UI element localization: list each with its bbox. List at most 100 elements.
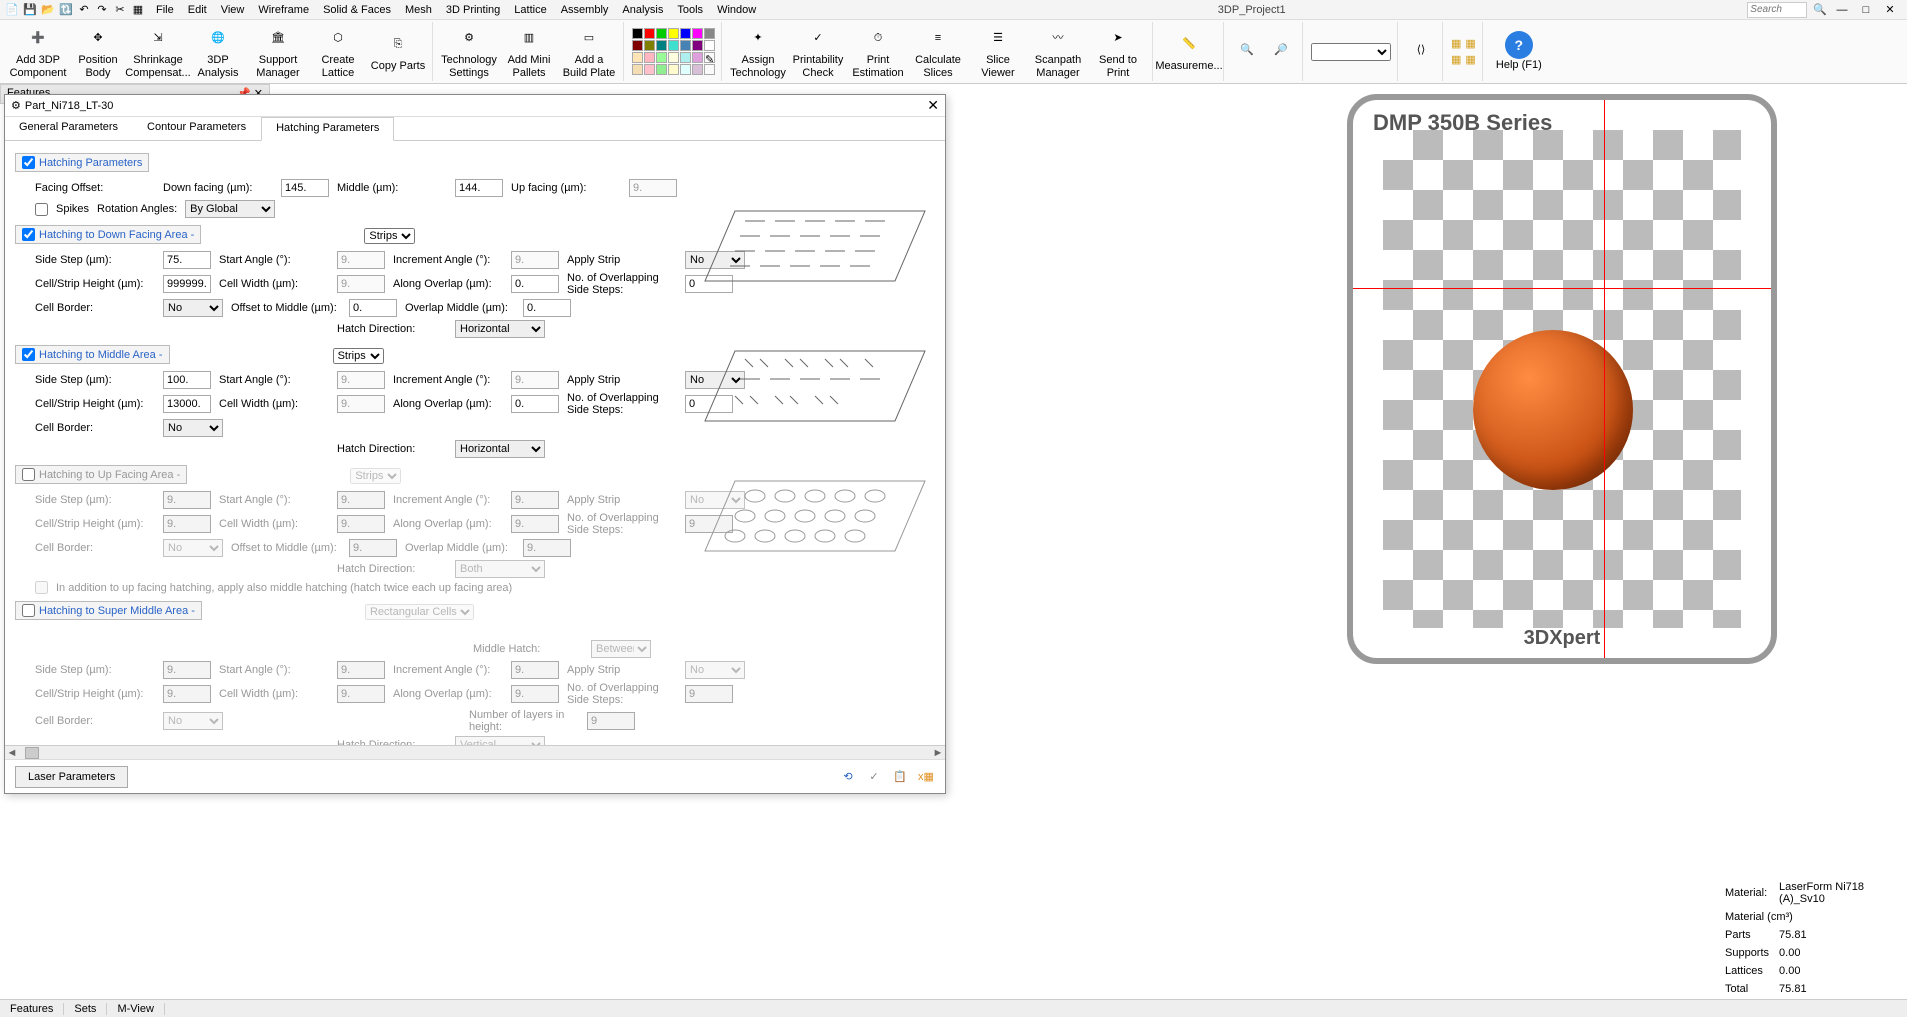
menu-window[interactable]: Window: [717, 4, 756, 16]
menu-analysis[interactable]: Analysis: [622, 4, 663, 16]
dialog-titlebar[interactable]: ⚙ Part_Ni718_LT-30 ✕: [5, 95, 945, 117]
section-down-facing[interactable]: Hatching to Down Facing Area -: [15, 225, 201, 244]
spikes-checkbox[interactable]: [35, 203, 48, 216]
tab-hatching[interactable]: Hatching Parameters: [261, 117, 394, 141]
middle-csh-input[interactable]: [163, 395, 211, 413]
down-cb-select[interactable]: No: [163, 299, 223, 317]
refresh-icon[interactable]: 🔃: [58, 2, 74, 18]
maximize-button[interactable]: □: [1857, 4, 1875, 16]
section-hatching-parameters[interactable]: Hatching Parameters: [15, 153, 149, 172]
scanpath-manager-button[interactable]: 〰Scanpath Manager: [1030, 22, 1086, 82]
tab-sets[interactable]: Sets: [64, 1003, 107, 1015]
scroll-thumb[interactable]: [25, 747, 39, 759]
measurements-button[interactable]: 📏Measureme...: [1161, 22, 1217, 82]
props-icon[interactable]: ▦: [130, 2, 146, 18]
part-model[interactable]: [1473, 330, 1633, 490]
ribbon-dropdown-1[interactable]: [1311, 43, 1391, 61]
menu-wireframe[interactable]: Wireframe: [258, 4, 309, 16]
menu-assembly[interactable]: Assembly: [561, 4, 609, 16]
technology-settings-button[interactable]: ⚙Technology Settings: [441, 22, 497, 82]
script-button[interactable]: ⟨⟩: [1406, 22, 1436, 82]
slice-viewer-button[interactable]: ☰Slice Viewer: [970, 22, 1026, 82]
menu-tools[interactable]: Tools: [677, 4, 703, 16]
copy-parts-button[interactable]: ⎘Copy Parts: [370, 22, 426, 82]
section-up-facing[interactable]: Hatching to Up Facing Area -: [15, 465, 187, 484]
middle-ao-input[interactable]: [511, 395, 559, 413]
add-3dp-component-button[interactable]: ➕Add 3DP Component: [10, 22, 66, 82]
menu-file[interactable]: File: [156, 4, 174, 16]
dialog-close-button[interactable]: ✕: [927, 97, 939, 114]
dialog-scrollbar[interactable]: ◄ ►: [5, 745, 945, 759]
scroll-left-icon[interactable]: ◄: [5, 747, 19, 759]
position-body-button[interactable]: ✥Position Body: [70, 22, 126, 82]
section-middle[interactable]: Hatching to Middle Area -: [15, 345, 170, 364]
export-excel-icon[interactable]: x▦: [917, 768, 935, 786]
middle-type-select[interactable]: Strips: [333, 348, 384, 364]
view-top-icon[interactable]: ▦: [1465, 37, 1475, 50]
middle-sidestep-input[interactable]: [163, 371, 211, 389]
down-facing-input[interactable]: [281, 179, 329, 197]
undo-icon[interactable]: ↶: [76, 2, 92, 18]
menu-solidfaces[interactable]: Solid & Faces: [323, 4, 391, 16]
shrinkage-button[interactable]: ⇲Shrinkage Compensat...: [130, 22, 186, 82]
save-icon[interactable]: 💾: [22, 2, 38, 18]
viewport[interactable]: Features 📌 ✕ DMP 350B Series 3DXpert Mat…: [0, 84, 1907, 999]
tab-features[interactable]: Features: [0, 1003, 64, 1015]
apply-icon[interactable]: ✓: [865, 768, 883, 786]
menu-view[interactable]: View: [221, 4, 245, 16]
tab-general[interactable]: General Parameters: [5, 117, 133, 140]
close-window-button[interactable]: ✕: [1881, 3, 1899, 16]
open-icon[interactable]: 📂: [40, 2, 56, 18]
print-estimation-button[interactable]: ⏱Print Estimation: [850, 22, 906, 82]
calculate-slices-button[interactable]: ≡Calculate Slices: [910, 22, 966, 82]
tab-mview[interactable]: M-View: [107, 1003, 164, 1015]
middle-input[interactable]: [455, 179, 503, 197]
zoom-in-button[interactable]: 🔍: [1232, 22, 1262, 82]
section-super-middle[interactable]: Hatching to Super Middle Area -: [15, 601, 202, 620]
down-facing-checkbox[interactable]: [22, 228, 35, 241]
laser-parameters-button[interactable]: Laser Parameters: [15, 766, 128, 788]
help-button[interactable]: ?Help (F1): [1491, 22, 1547, 82]
down-sidestep-input[interactable]: [163, 251, 211, 269]
menu-3dprinting[interactable]: 3D Printing: [446, 4, 500, 16]
3dp-analysis-button[interactable]: 🌐3DP Analysis: [190, 22, 246, 82]
send-to-print-button[interactable]: ➤Send to Print: [1090, 22, 1146, 82]
menu-lattice[interactable]: Lattice: [514, 4, 546, 16]
down-csh-input[interactable]: [163, 275, 211, 293]
search-input[interactable]: [1747, 2, 1807, 18]
printability-check-button[interactable]: ✓Printability Check: [790, 22, 846, 82]
down-ao-input[interactable]: [511, 275, 559, 293]
support-manager-button[interactable]: 🏛Support Manager: [250, 22, 306, 82]
down-hd-select[interactable]: Horizontal: [455, 320, 545, 338]
up-facing-checkbox[interactable]: [22, 468, 35, 481]
zoom-out-button[interactable]: 🔎: [1266, 22, 1296, 82]
tab-contour[interactable]: Contour Parameters: [133, 117, 261, 140]
view-side-icon[interactable]: ▦: [1465, 53, 1475, 66]
redo-icon[interactable]: ↷: [94, 2, 110, 18]
pencil-icon[interactable]: ✎: [704, 52, 715, 63]
down-type-select[interactable]: Strips: [364, 228, 415, 244]
middle-cb-select[interactable]: No: [163, 419, 223, 437]
down-om-input[interactable]: [523, 299, 571, 317]
cut-icon[interactable]: ✂: [112, 2, 128, 18]
menu-edit[interactable]: Edit: [188, 4, 207, 16]
reset-icon[interactable]: ⟲: [839, 768, 857, 786]
middle-hd-select[interactable]: Horizontal: [455, 440, 545, 458]
scroll-right-icon[interactable]: ►: [931, 747, 945, 759]
search-icon[interactable]: 🔍: [1813, 3, 1827, 16]
super-middle-checkbox[interactable]: [22, 604, 35, 617]
middle-checkbox[interactable]: [22, 348, 35, 361]
hatching-parameters-checkbox[interactable]: [22, 156, 35, 169]
add-build-plate-button[interactable]: ▭Add a Build Plate: [561, 22, 617, 82]
add-mini-pallets-button[interactable]: ▥Add Mini Pallets: [501, 22, 557, 82]
color-palette[interactable]: ✎: [632, 28, 715, 75]
view-front-icon[interactable]: ▦: [1451, 53, 1461, 66]
down-otm-input[interactable]: [349, 299, 397, 317]
copy-settings-icon[interactable]: 📋: [891, 768, 909, 786]
view-iso-icon[interactable]: ▦: [1451, 37, 1461, 50]
assign-technology-button[interactable]: ✦Assign Technology: [730, 22, 786, 82]
new-icon[interactable]: 📄: [4, 2, 20, 18]
create-lattice-button[interactable]: ⬡Create Lattice: [310, 22, 366, 82]
minimize-button[interactable]: —: [1833, 4, 1851, 16]
rotation-angles-select[interactable]: By Global: [185, 200, 275, 218]
